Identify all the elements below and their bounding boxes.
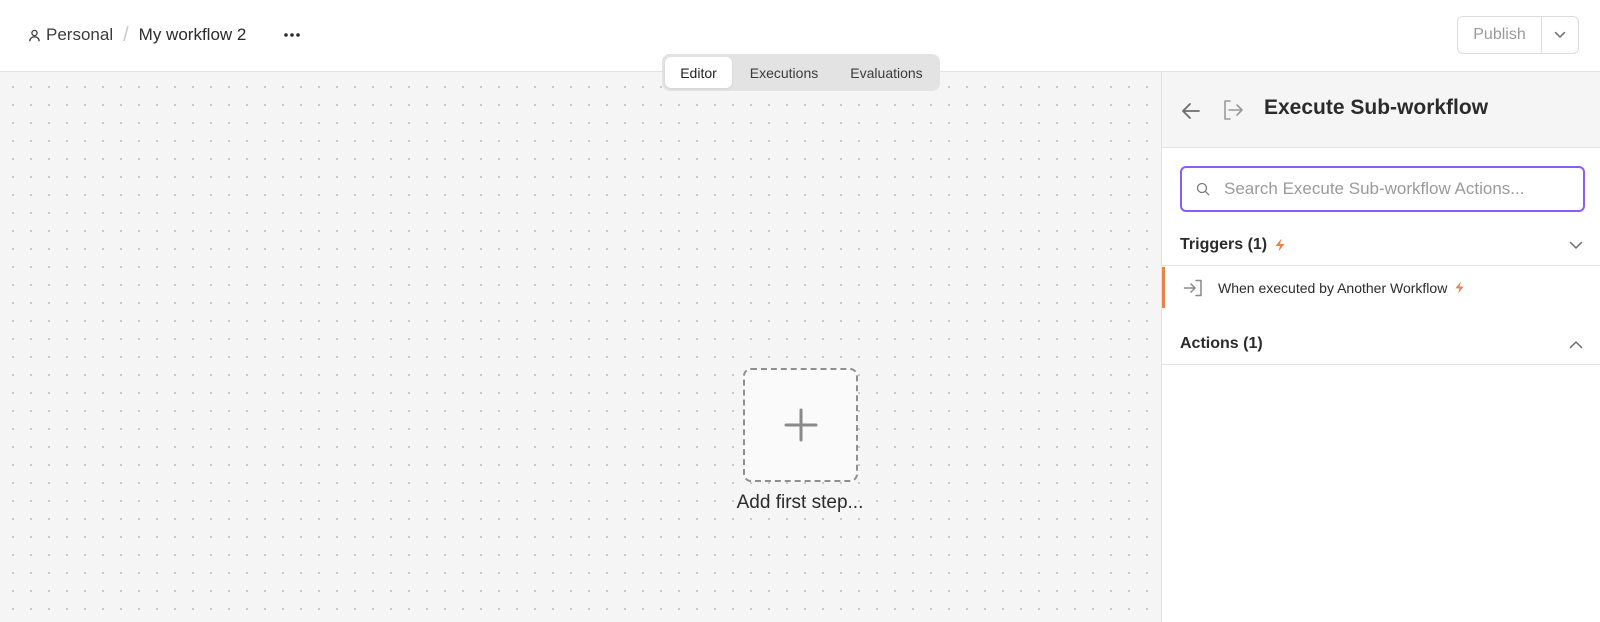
breadcrumb: Personal / My workflow 2	[28, 22, 246, 48]
publish-button[interactable]: Publish	[1458, 17, 1542, 53]
actions-section-title: Actions (1)	[1180, 335, 1263, 352]
more-horizontal-icon	[284, 33, 300, 37]
workflow-canvas[interactable]	[0, 72, 1161, 622]
sign-out-icon	[1224, 100, 1243, 120]
search-field[interactable]	[1180, 166, 1585, 212]
actions-section-header[interactable]: Actions (1)	[1162, 327, 1600, 365]
user-icon	[29, 29, 40, 41]
panel-title: Execute Sub-workflow	[1264, 96, 1489, 119]
bolt-icon	[1275, 238, 1285, 252]
search-input[interactable]	[1224, 179, 1574, 199]
bolt-icon	[1455, 281, 1464, 294]
breadcrumb-project[interactable]: Personal	[28, 25, 113, 45]
panel-header: Execute Sub-workflow	[1162, 72, 1600, 148]
actions-title-wrap: Actions (1)	[1180, 335, 1263, 353]
tab-executions[interactable]: Executions	[732, 57, 836, 88]
plus-icon	[784, 408, 817, 442]
workflow-name[interactable]: My workflow 2	[139, 25, 247, 45]
triggers-section-header[interactable]: Triggers (1)	[1162, 228, 1600, 266]
breadcrumb-separator: /	[123, 23, 129, 46]
add-first-step-label: Add first step...	[736, 492, 864, 513]
triggers-section-title: Triggers (1)	[1180, 236, 1268, 253]
back-arrow-icon[interactable]	[1180, 100, 1202, 122]
tab-evaluations[interactable]: Evaluations	[836, 57, 937, 88]
trigger-item-label: When executed by Another Workflow	[1218, 279, 1448, 296]
view-tabs: Editor Executions Evaluations	[662, 54, 940, 91]
node-creator-panel: Execute Sub-workflow Triggers (1) When e…	[1161, 72, 1600, 622]
add-first-step-button[interactable]	[743, 368, 858, 482]
publish-button-group: Publish	[1457, 16, 1579, 54]
publish-dropdown-button[interactable]	[1542, 17, 1578, 53]
triggers-title-wrap: Triggers (1)	[1180, 236, 1286, 254]
chevron-down-icon	[1554, 31, 1566, 38]
search-icon	[1196, 182, 1210, 196]
trigger-item-executed-by-workflow[interactable]: When executed by Another Workflow	[1162, 267, 1600, 308]
chevron-down-icon	[1569, 241, 1583, 249]
log-in-icon	[1183, 279, 1202, 296]
chevron-up-icon	[1569, 341, 1583, 349]
more-options-button[interactable]	[280, 22, 304, 48]
breadcrumb-project-label: Personal	[46, 25, 114, 44]
tab-editor[interactable]: Editor	[665, 57, 732, 88]
